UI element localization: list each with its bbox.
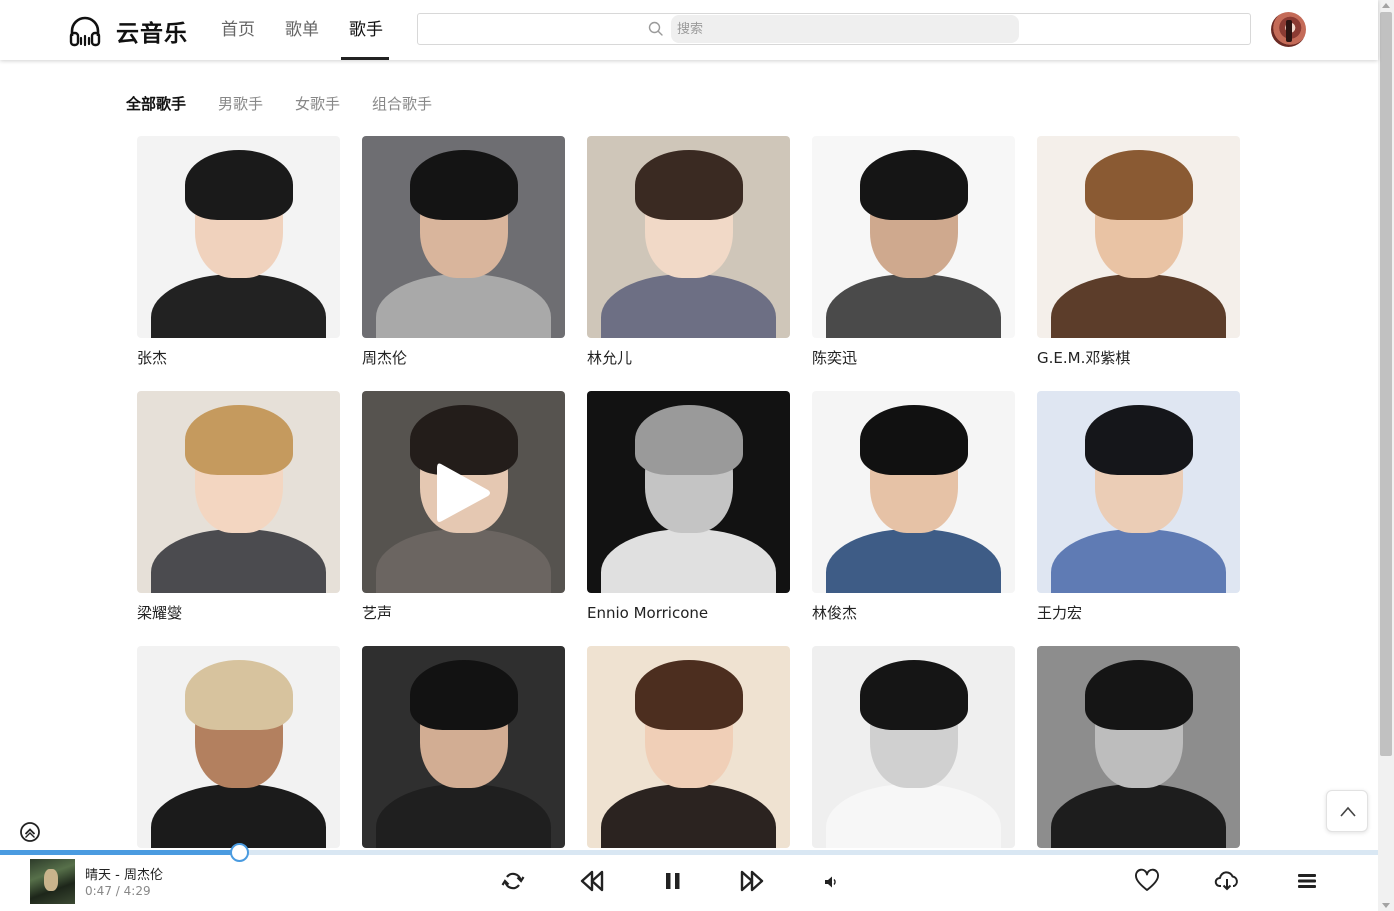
artist-category-tabs: 全部歌手 男歌手 女歌手 组合歌手 bbox=[126, 92, 464, 116]
duration: 4:29 bbox=[123, 884, 151, 898]
loop-icon bbox=[501, 872, 525, 890]
app-root: 云音乐 首页 歌单 歌手 全部歌手 男歌手 女歌手 组合歌手 张杰 周杰伦 林允儿 陈… bbox=[0, 0, 1394, 911]
artist-card[interactable] bbox=[1037, 646, 1240, 858]
nav-home-label: 首页 bbox=[221, 20, 255, 40]
search-input[interactable] bbox=[671, 15, 1019, 43]
artist-photo[interactable] bbox=[1037, 136, 1240, 338]
artist-name[interactable]: 艺声 bbox=[362, 603, 565, 623]
artist-card[interactable]: 艺声 bbox=[362, 391, 565, 623]
back-to-top-button[interactable] bbox=[1326, 790, 1368, 832]
artist-card[interactable] bbox=[362, 646, 565, 858]
artist-card[interactable]: 林允儿 bbox=[587, 136, 790, 368]
top-header: 云音乐 首页 歌单 歌手 bbox=[0, 0, 1378, 60]
player-bar: 晴天 - 周杰伦 0:47 / 4:29 bbox=[0, 855, 1378, 911]
playlist-button[interactable] bbox=[1294, 868, 1320, 894]
artist-photo[interactable] bbox=[137, 391, 340, 593]
nav-playlists-label: 歌单 bbox=[285, 20, 319, 40]
play-icon[interactable] bbox=[433, 460, 493, 526]
download-button[interactable] bbox=[1214, 868, 1240, 894]
artist-card[interactable]: Ennio Morricone bbox=[587, 391, 790, 623]
artist-photo[interactable] bbox=[362, 646, 565, 848]
expand-player-icon[interactable] bbox=[19, 821, 41, 843]
artist-name[interactable]: 张杰 bbox=[137, 348, 340, 368]
headphones-icon bbox=[69, 16, 101, 47]
progress-handle[interactable] bbox=[230, 843, 249, 862]
artist-name[interactable]: 林俊杰 bbox=[812, 603, 1015, 623]
artist-card[interactable]: G.E.M.邓紫棋 bbox=[1037, 136, 1240, 368]
song-title: 晴天 - 周杰伦 bbox=[85, 868, 163, 883]
artist-photo[interactable] bbox=[137, 136, 340, 338]
artist-card[interactable]: 林俊杰 bbox=[812, 391, 1015, 623]
artist-photo[interactable] bbox=[812, 391, 1015, 593]
song-time: 0:47 / 4:29 bbox=[85, 884, 151, 898]
search-box[interactable] bbox=[417, 13, 1251, 45]
tab-female-artists[interactable]: 女歌手 bbox=[295, 92, 340, 116]
next-button[interactable] bbox=[739, 868, 765, 894]
main-nav: 首页 歌单 歌手 bbox=[206, 0, 398, 60]
artist-photo[interactable] bbox=[1037, 391, 1240, 593]
artist-photo[interactable] bbox=[587, 136, 790, 338]
current-time: 0:47 bbox=[85, 884, 112, 898]
artist-name[interactable]: 梁耀燮 bbox=[137, 603, 340, 623]
logo[interactable]: 云音乐 bbox=[68, 14, 188, 48]
loop-button[interactable] bbox=[500, 868, 526, 894]
progress-bar[interactable] bbox=[0, 843, 1378, 862]
artist-card[interactable]: 王力宏 bbox=[1037, 391, 1240, 623]
pause-icon bbox=[666, 873, 680, 889]
nav-artists[interactable]: 歌手 bbox=[334, 0, 398, 60]
artist-card[interactable]: 陈奕迅 bbox=[812, 136, 1015, 368]
scroll-thumb[interactable] bbox=[1380, 12, 1392, 756]
scroll-up-arrow[interactable] bbox=[1382, 3, 1390, 8]
like-button[interactable] bbox=[1134, 868, 1160, 894]
artist-photo[interactable] bbox=[587, 646, 790, 848]
tab-all-artists[interactable]: 全部歌手 bbox=[126, 92, 186, 116]
previous-button[interactable] bbox=[579, 868, 605, 894]
artist-photo[interactable] bbox=[812, 646, 1015, 848]
artist-name[interactable]: 陈奕迅 bbox=[812, 348, 1015, 368]
artist-photo[interactable] bbox=[137, 646, 340, 848]
artist-card[interactable]: 张杰 bbox=[137, 136, 340, 368]
artist-photo[interactable] bbox=[812, 136, 1015, 338]
logo-text: 云音乐 bbox=[116, 21, 188, 47]
scroll-down-arrow[interactable] bbox=[1382, 903, 1390, 908]
artist-photo[interactable] bbox=[362, 136, 565, 338]
artist-name[interactable]: 周杰伦 bbox=[362, 348, 565, 368]
artist-photo[interactable] bbox=[587, 391, 790, 593]
artist-card[interactable]: 周杰伦 bbox=[362, 136, 565, 368]
artist-photo[interactable] bbox=[362, 391, 565, 593]
artist-card[interactable] bbox=[812, 646, 1015, 858]
avatar[interactable] bbox=[1271, 12, 1306, 47]
album-cover[interactable] bbox=[30, 859, 75, 904]
tab-male-artists[interactable]: 男歌手 bbox=[218, 92, 263, 116]
tab-group-artists[interactable]: 组合歌手 bbox=[372, 92, 432, 116]
search-icon bbox=[648, 21, 663, 36]
artist-name[interactable]: 林允儿 bbox=[587, 348, 790, 368]
nav-artists-label: 歌手 bbox=[349, 20, 383, 40]
heart-icon bbox=[1135, 868, 1159, 891]
chevron-up-icon bbox=[1340, 806, 1356, 817]
artist-card[interactable] bbox=[587, 646, 790, 858]
download-icon bbox=[1214, 871, 1238, 891]
artist-name[interactable]: Ennio Morricone bbox=[587, 603, 790, 623]
pause-button[interactable] bbox=[660, 868, 686, 894]
artist-card[interactable]: 梁耀燮 bbox=[137, 391, 340, 623]
nav-home[interactable]: 首页 bbox=[206, 0, 270, 60]
previous-icon bbox=[580, 870, 604, 892]
playlist-icon bbox=[1298, 874, 1316, 888]
volume-button[interactable] bbox=[824, 874, 838, 888]
artist-photo[interactable] bbox=[1037, 646, 1240, 848]
volume-icon bbox=[825, 876, 836, 888]
nav-playlists[interactable]: 歌单 bbox=[270, 0, 334, 60]
artist-card[interactable] bbox=[137, 646, 340, 858]
progress-fill bbox=[0, 850, 240, 855]
artist-name[interactable]: G.E.M.邓紫棋 bbox=[1037, 348, 1240, 368]
artist-name[interactable]: 王力宏 bbox=[1037, 603, 1240, 623]
scrollbar[interactable] bbox=[1378, 0, 1394, 911]
next-icon bbox=[740, 870, 764, 892]
time-separator: / bbox=[115, 884, 120, 898]
